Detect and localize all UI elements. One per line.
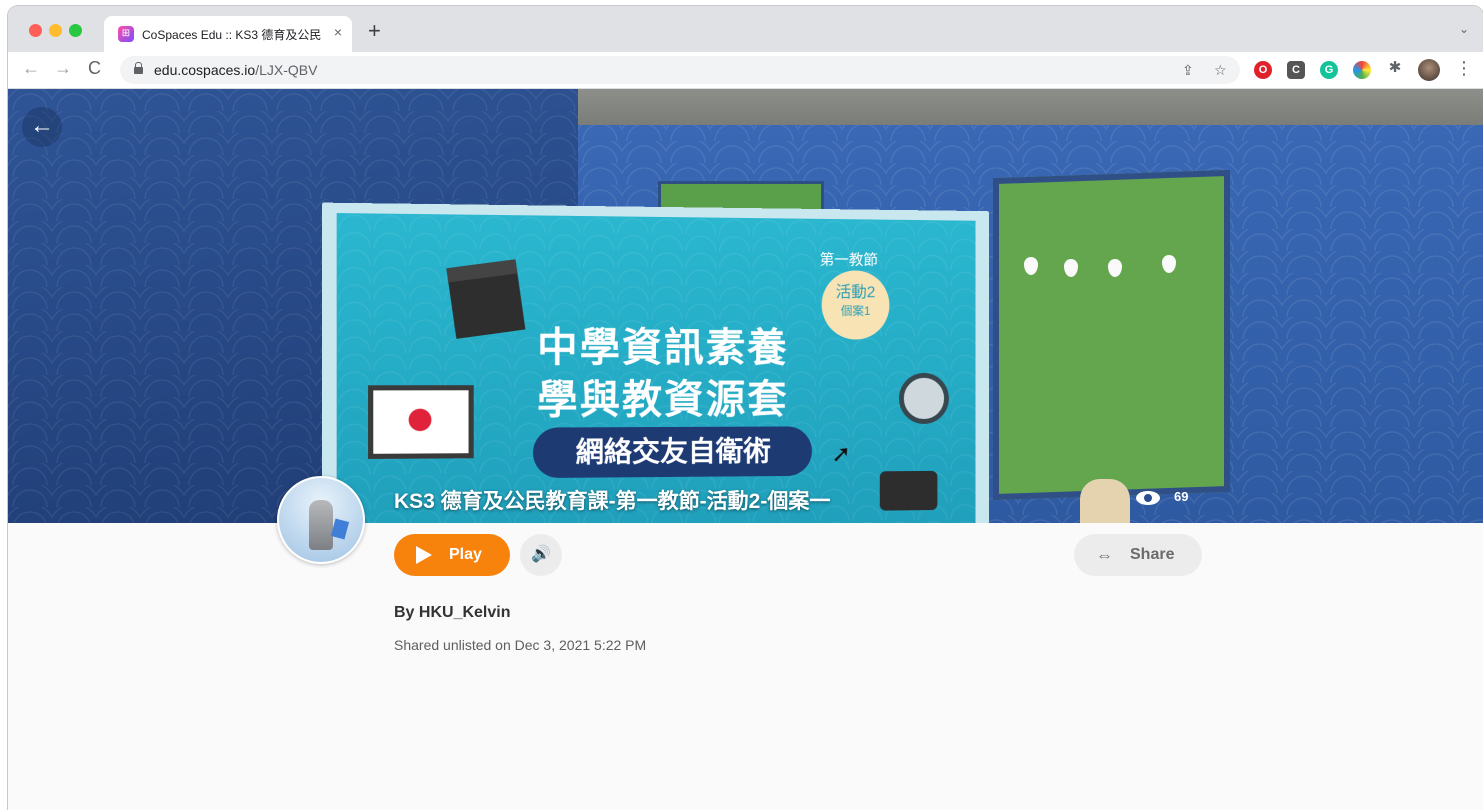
browser-toolbar: ← → C edu.cospaces.io/LJX-QBV ⇪ ☆ O C G … bbox=[8, 52, 1483, 89]
back-arrow-icon[interactable]: ← bbox=[22, 58, 40, 79]
menu-dots-icon[interactable]: ⋮ bbox=[1455, 58, 1473, 79]
tab-close-icon[interactable]: × bbox=[334, 24, 342, 40]
browser-window: ⊞ CoSpaces Edu :: KS3 德育及公民 × + ⌄ ← → C … bbox=[8, 6, 1483, 810]
view-count: 69 bbox=[1174, 489, 1189, 504]
board-lesson-label: 第一教節 bbox=[819, 251, 878, 269]
author-avatar[interactable] bbox=[277, 476, 365, 564]
board-title-line1: 中學資訊素養 bbox=[537, 325, 789, 371]
share-label: Share bbox=[1130, 546, 1175, 563]
scene-lamp bbox=[1080, 479, 1130, 523]
tab-search-icon[interactable]: ⌄ bbox=[1459, 22, 1469, 36]
robot-figure bbox=[309, 500, 333, 550]
play-icon bbox=[416, 546, 432, 564]
puzzle-icon[interactable]: ✱ bbox=[1386, 59, 1404, 77]
reload-icon[interactable]: C bbox=[88, 58, 101, 79]
address-bar[interactable]: edu.cospaces.io/LJX-QBV ⇪ ☆ bbox=[120, 56, 1240, 84]
profile-avatar[interactable] bbox=[1418, 59, 1440, 81]
projector-icon bbox=[879, 470, 938, 511]
color-picker-icon[interactable] bbox=[1353, 61, 1371, 79]
bulb-icon bbox=[1064, 259, 1078, 277]
board-face: 第一教節 活動2 個案1 中學資訊素養 學與教資源套 網絡交友自衛術 ➚ bbox=[336, 213, 976, 523]
play-label: Play bbox=[449, 546, 482, 563]
tab-strip: ⊞ CoSpaces Edu :: KS3 德育及公民 × + ⌄ bbox=[8, 6, 1483, 52]
tab-cospaces[interactable]: ⊞ CoSpaces Edu :: KS3 德育及公民 × bbox=[104, 16, 352, 52]
lock-icon[interactable] bbox=[134, 62, 143, 74]
eye-icon bbox=[1136, 491, 1160, 505]
tab-title: CoSpaces Edu :: KS3 德育及公民 bbox=[142, 28, 322, 42]
scene-board: 第一教節 活動2 個案1 中學資訊素養 學與教資源套 網絡交友自衛術 ➚ bbox=[321, 202, 989, 523]
back-button[interactable]: ← bbox=[22, 107, 62, 147]
url-text[interactable]: edu.cospaces.io/LJX-QBV bbox=[154, 62, 317, 78]
opera-icon[interactable]: O bbox=[1254, 61, 1272, 79]
sound-toggle-button[interactable]: 🔊 bbox=[520, 534, 562, 576]
cursor-icon: ➚ bbox=[831, 440, 851, 468]
sign-icon bbox=[330, 518, 350, 540]
badge-line1: 活動2 bbox=[835, 284, 876, 302]
forward-arrow-icon[interactable]: → bbox=[54, 58, 72, 79]
board-subtitle: 網絡交友自衛術 bbox=[532, 426, 812, 479]
share-button[interactable]: ⇔ Share bbox=[1074, 534, 1202, 576]
scene-green-panel-right bbox=[993, 169, 1230, 501]
monitor-play-icon bbox=[368, 385, 474, 459]
shared-date: Shared unlisted on Dec 3, 2021 5:22 PM bbox=[394, 637, 647, 653]
space-title: KS3 德育及公民教育課-第一教節-活動2-個案一 bbox=[394, 490, 831, 513]
bulb-icon bbox=[1162, 255, 1176, 273]
bulb-icon bbox=[1108, 259, 1122, 277]
speaker-icon: 🔊 bbox=[531, 546, 551, 563]
play-button[interactable]: Play bbox=[394, 534, 510, 576]
grammarly-icon[interactable]: G bbox=[1320, 61, 1338, 79]
bulb-icon bbox=[1024, 257, 1038, 275]
scene-string-lights bbox=[998, 239, 1218, 279]
c-extension-icon[interactable]: C bbox=[1287, 61, 1305, 79]
new-tab-button[interactable]: + bbox=[368, 20, 381, 42]
close-window-button[interactable] bbox=[29, 24, 42, 37]
author-name[interactable]: By HKU_Kelvin bbox=[394, 604, 510, 622]
share-page-icon[interactable]: ⇪ bbox=[1182, 62, 1194, 79]
bookmark-star-icon[interactable]: ☆ bbox=[1214, 62, 1227, 79]
scene-preview[interactable]: 第一教節 活動2 個案1 中學資訊素養 學與教資源套 網絡交友自衛術 ➚ ← K… bbox=[8, 89, 1483, 523]
film-reel-icon bbox=[899, 372, 949, 425]
link-icon: ⇔ bbox=[1096, 546, 1113, 565]
zoom-window-button[interactable] bbox=[69, 24, 82, 37]
cospaces-favicon-icon: ⊞ bbox=[118, 26, 134, 42]
minimize-window-button[interactable] bbox=[49, 24, 62, 37]
